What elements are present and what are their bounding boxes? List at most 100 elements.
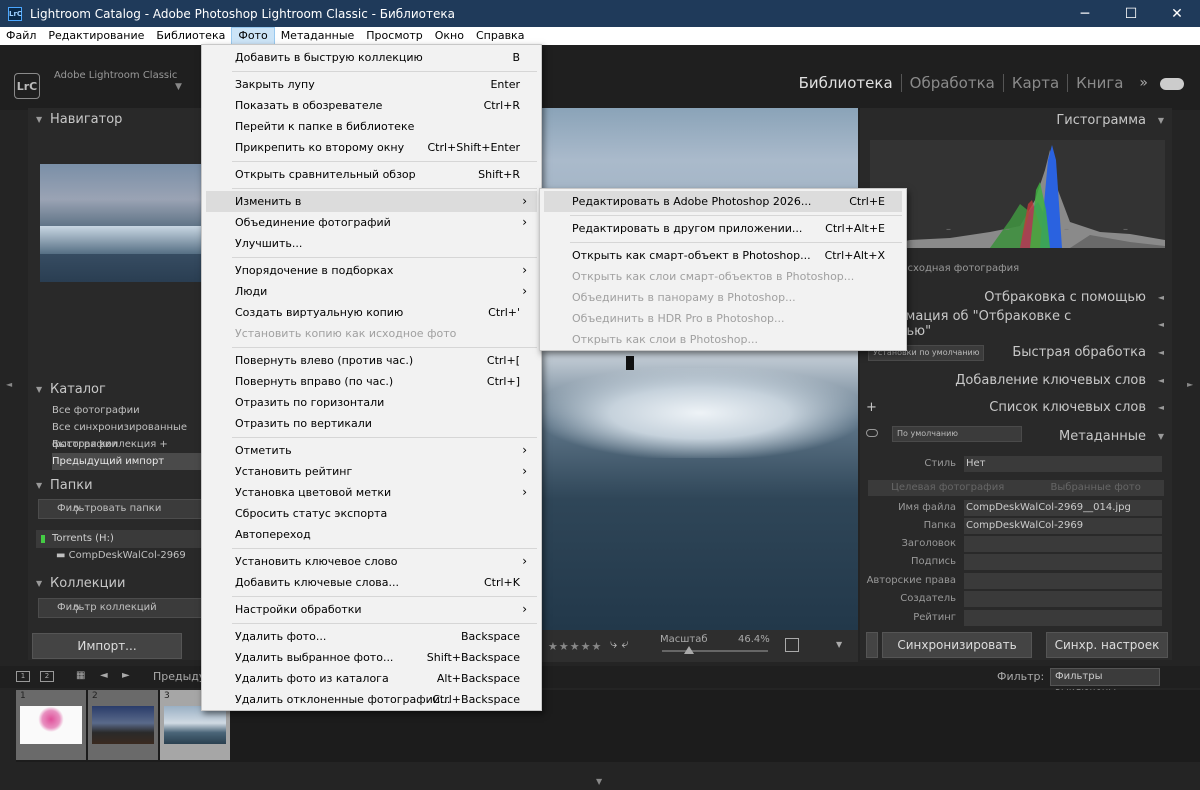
identity-dropdown-icon[interactable]: ▼ [175, 82, 182, 92]
toolbar-dropdown-icon[interactable]: ▼ [836, 640, 842, 649]
zoom-slider-track[interactable] [662, 650, 768, 652]
filter-select[interactable]: Фильтры выключены [1050, 668, 1160, 698]
photo-menu-item[interactable]: Отметить › [206, 440, 537, 461]
photo-menu-item[interactable]: Повернуть вправо (по час.) Ctrl+] [206, 371, 537, 392]
photo-menu-item[interactable]: Автопереход [206, 524, 537, 545]
photo-menu-item[interactable]: Добавить в быструю коллекцию B [206, 47, 537, 68]
photo-menu-item[interactable]: Показать в обозревателе Ctrl+R [206, 95, 537, 116]
module-develop[interactable]: Обработка [900, 74, 1003, 92]
folders-header[interactable]: ▼ Папки [28, 474, 226, 496]
photo-menu-item[interactable]: Отразить по вертикали [206, 413, 537, 434]
rotate-icons[interactable]: ⤷ ⤶ [610, 637, 629, 652]
photo-menu-item[interactable]: Изменить в › [206, 191, 537, 212]
edit-in-item[interactable]: Редактировать в Adobe Photoshop 2026... C… [544, 191, 902, 212]
photo-menu-item[interactable]: Улучшить... [206, 233, 537, 254]
filmstrip-thumb[interactable]: 1 [16, 690, 86, 760]
catalog-item-quick-collection[interactable]: Быстрая коллекция + [52, 436, 226, 453]
photo-menu-item[interactable]: Удалить выбранное фото... Shift+Backspace [206, 647, 537, 668]
loupe-view[interactable] [540, 108, 858, 630]
left-panel-toggle-icon[interactable]: ◄ [6, 380, 12, 389]
filmstrip-toggle-icon[interactable]: ▼ [596, 777, 602, 786]
caption-field[interactable] [964, 554, 1162, 570]
right-panel-toggle-icon[interactable]: ► [1187, 380, 1193, 389]
next-icon[interactable]: ► [122, 670, 130, 681]
photo-menu-item[interactable]: Закрыть лупу Enter [206, 74, 537, 95]
photo-menu-item[interactable]: Повернуть влево (против час.) Ctrl+[ [206, 350, 537, 371]
catalog-header[interactable]: ▼ Каталог [28, 378, 226, 400]
catalog-item-all-synced[interactable]: Все синхронизированные фотографии [52, 419, 226, 450]
maximize-button[interactable]: ☐ [1108, 0, 1154, 27]
menu-window[interactable]: Окно [429, 27, 470, 45]
histogram-header[interactable]: Гистограмма ▼ [860, 109, 1172, 131]
menu-view[interactable]: Просмотр [360, 27, 428, 45]
volume-item[interactable]: Torrents (H:) [36, 530, 226, 548]
creator-field[interactable] [964, 591, 1162, 607]
collections-header[interactable]: ▼ Коллекции [28, 572, 226, 594]
photo-menu-item[interactable]: Отразить по горизонтали [206, 392, 537, 413]
edit-in-item[interactable]: Открыть как смарт-объект в Photoshop... C… [544, 245, 902, 266]
tab-selected-photos[interactable]: Выбранные фото [1051, 480, 1141, 496]
module-library[interactable]: Библиотека [791, 74, 901, 92]
folder-value[interactable]: CompDeskWalCol-2969 [964, 518, 1162, 534]
photo-menu-item[interactable]: Упорядочение в подборках › [206, 260, 537, 281]
photo-menu-item[interactable]: Прикрепить ко второму окну Ctrl+Shift+Ent… [206, 137, 537, 158]
menu-file[interactable]: Файл [0, 27, 42, 45]
catalog-item-previous-import[interactable]: Предыдущий импорт [52, 453, 226, 470]
secondary-monitor-icon[interactable]: 2 [40, 671, 54, 682]
grid-view-icon[interactable]: ▦ [76, 670, 85, 681]
import-button[interactable]: Импорт... [32, 633, 182, 659]
photo-menu-item[interactable]: Создать виртуальную копию Ctrl+' [206, 302, 537, 323]
sync-button[interactable]: Синхронизировать [882, 632, 1032, 658]
photo-menu-item[interactable]: Удалить фото... Backspace [206, 626, 537, 647]
style-select[interactable]: Нет [964, 456, 1162, 472]
sync-settings-button[interactable]: Синхр. настроек [1046, 632, 1168, 658]
filmstrip-thumb[interactable]: 2 [88, 690, 158, 760]
photo-menu-item[interactable]: Сбросить статус экспорта [206, 503, 537, 524]
filename-value[interactable]: CompDeskWalCol-2969__014.jpg [964, 500, 1162, 516]
photo-menu-item[interactable]: Установить ключевое слово › [206, 551, 537, 572]
photo-menu-item[interactable]: Удалить фото из каталога Alt+Backspace [206, 668, 537, 689]
plus-icon[interactable]: + [866, 400, 877, 415]
photo-menu-item[interactable]: Настройки обработки › [206, 599, 537, 620]
cloud-sync-icon[interactable] [1160, 78, 1184, 90]
crop-overlay-icon[interactable] [785, 638, 799, 652]
module-book[interactable]: Книга [1067, 74, 1131, 92]
navigator-preview[interactable] [40, 164, 216, 282]
more-modules-icon[interactable]: » [1139, 75, 1148, 91]
photo-menu-item[interactable]: Установка цветовой метки › [206, 482, 537, 503]
primary-monitor-icon[interactable]: 1 [16, 671, 30, 682]
metadata-header[interactable]: Метаданные ▼ [860, 425, 1172, 447]
navigator-header[interactable]: ▼ Навигатор [28, 108, 226, 130]
star-rating[interactable]: ★★★★★ [548, 640, 602, 653]
brand-name: Adobe Lightroom Classic [54, 70, 178, 81]
photo-menu-item[interactable]: Установить рейтинг › [206, 461, 537, 482]
keywording-header[interactable]: Добавление ключевых слов ◄ [860, 369, 1172, 391]
photo-menu-item[interactable]: Перейти к папке в библиотеке [206, 116, 537, 137]
auto-sync-switch[interactable] [866, 632, 878, 658]
edit-in-item[interactable]: Редактировать в другом приложении... Ctrl… [544, 218, 902, 239]
rating-field[interactable] [964, 610, 1162, 626]
catalog-item-all-photos[interactable]: Все фотографии [52, 402, 226, 419]
photo-menu-item[interactable]: Удалить отклоненные фотографии... Ctrl+Ba… [206, 689, 537, 710]
previous-icon[interactable]: ◄ [100, 670, 108, 681]
menu-edit[interactable]: Редактирование [42, 27, 150, 45]
menu-library[interactable]: Библиотека [150, 27, 231, 45]
photo-menu-item[interactable]: Добавить ключевые слова... Ctrl+K [206, 572, 537, 593]
photo-menu-item[interactable]: Объединение фотографий › [206, 212, 537, 233]
menu-help[interactable]: Справка [470, 27, 530, 45]
photo-menu-item[interactable]: Открыть сравнительный обзор Shift+R [206, 164, 537, 185]
minimize-button[interactable]: ─ [1062, 0, 1108, 27]
filter-collections-input[interactable]: ⚲ Фильтр коллекций [38, 598, 226, 618]
photo-menu-item[interactable]: Люди › [206, 281, 537, 302]
menu-photo[interactable]: Фото [231, 27, 275, 45]
close-button[interactable]: ✕ [1154, 0, 1200, 27]
title-field[interactable] [964, 536, 1162, 552]
module-map[interactable]: Карта [1002, 74, 1067, 92]
copyright-field[interactable] [964, 573, 1162, 589]
keyword-list-header[interactable]: + Список ключевых слов ◄ [860, 396, 1172, 418]
zoom-slider-thumb[interactable] [684, 646, 694, 654]
folder-item[interactable]: ▬ CompDeskWalCol-2969 [56, 550, 186, 561]
filter-folders-input[interactable]: ⚲ Фильтровать папки [38, 499, 226, 519]
menu-metadata[interactable]: Метаданные [275, 27, 361, 45]
tab-target-photo[interactable]: Целевая фотография [891, 480, 1004, 496]
